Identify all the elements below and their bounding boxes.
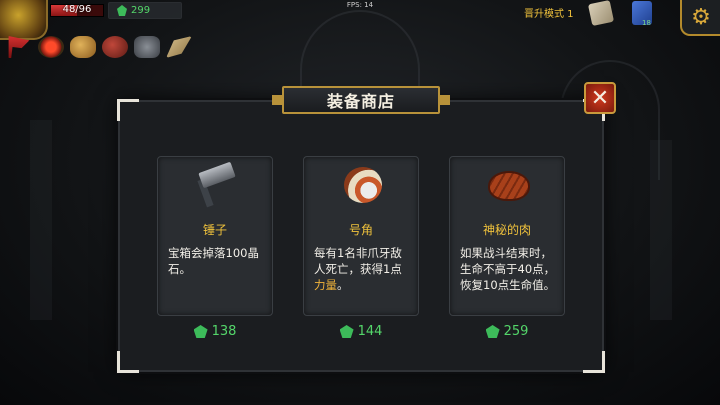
item-name: 号角 [348,223,373,237]
beetle-icon[interactable] [134,36,160,58]
item-description: 每有1名非爪牙敌人死亡，获得1点力量。 [314,245,412,293]
item-name: 神秘的肉 [482,223,531,237]
price-value: 138 [211,324,237,339]
horn-icon [338,161,386,209]
red-gem-icon[interactable] [38,36,64,58]
gem-icon [339,325,354,338]
corner-ornament [117,351,139,373]
red-flag-icon[interactable] [8,36,30,58]
price-value: 144 [357,324,383,339]
dialog-title: 装备商店 [282,86,440,114]
scroll-icon[interactable] [166,36,192,58]
desc-text: 每有1名非爪牙敌人死亡，获得1点 [314,246,402,276]
item-description: 如果战斗结束时，生命不高于40点，恢复10点生命值。 [460,246,556,292]
close-icon: ✕ [590,85,610,111]
settings-button[interactable]: ⚙ [680,0,720,36]
hammer-icon [192,161,240,209]
gem-icon [485,325,500,338]
item-price[interactable]: 138 [157,324,273,339]
shop-item-card[interactable]: 神秘的肉 如果战斗结束时，生命不高于40点，恢复10点生命值。 [449,156,565,316]
relic-bar [6,36,192,58]
shop-item-card[interactable]: 号角 每有1名非爪牙敌人死亡，获得1点力量。 [303,156,419,316]
desc-text: 。 [337,278,349,292]
close-button[interactable]: ✕ [584,82,616,114]
fps-readout: FPS: 14 [346,1,374,9]
corner-ornament [583,351,605,373]
ascension-mode-label: 晋升模式 1 [524,9,574,20]
red-bag-icon[interactable] [102,36,128,58]
map-scroll-icon[interactable] [587,0,615,27]
deck-count: 18 [642,19,651,27]
keyword-strength[interactable]: 力量 [314,278,337,292]
item-price[interactable]: 144 [303,324,419,339]
meat-icon [484,161,532,209]
gear-icon: ⚙ [691,4,711,30]
shop-item-card[interactable]: 锤子 宝箱会掉落100晶石。 [157,156,273,316]
gem-icon [193,325,208,338]
price-value: 259 [503,324,529,339]
item-price[interactable]: 259 [449,324,565,339]
gold-pot-icon[interactable] [70,36,96,58]
corner-ornament [117,99,139,121]
item-name: 锤子 [202,223,227,237]
item-description: 宝箱会掉落100晶石。 [168,246,259,276]
